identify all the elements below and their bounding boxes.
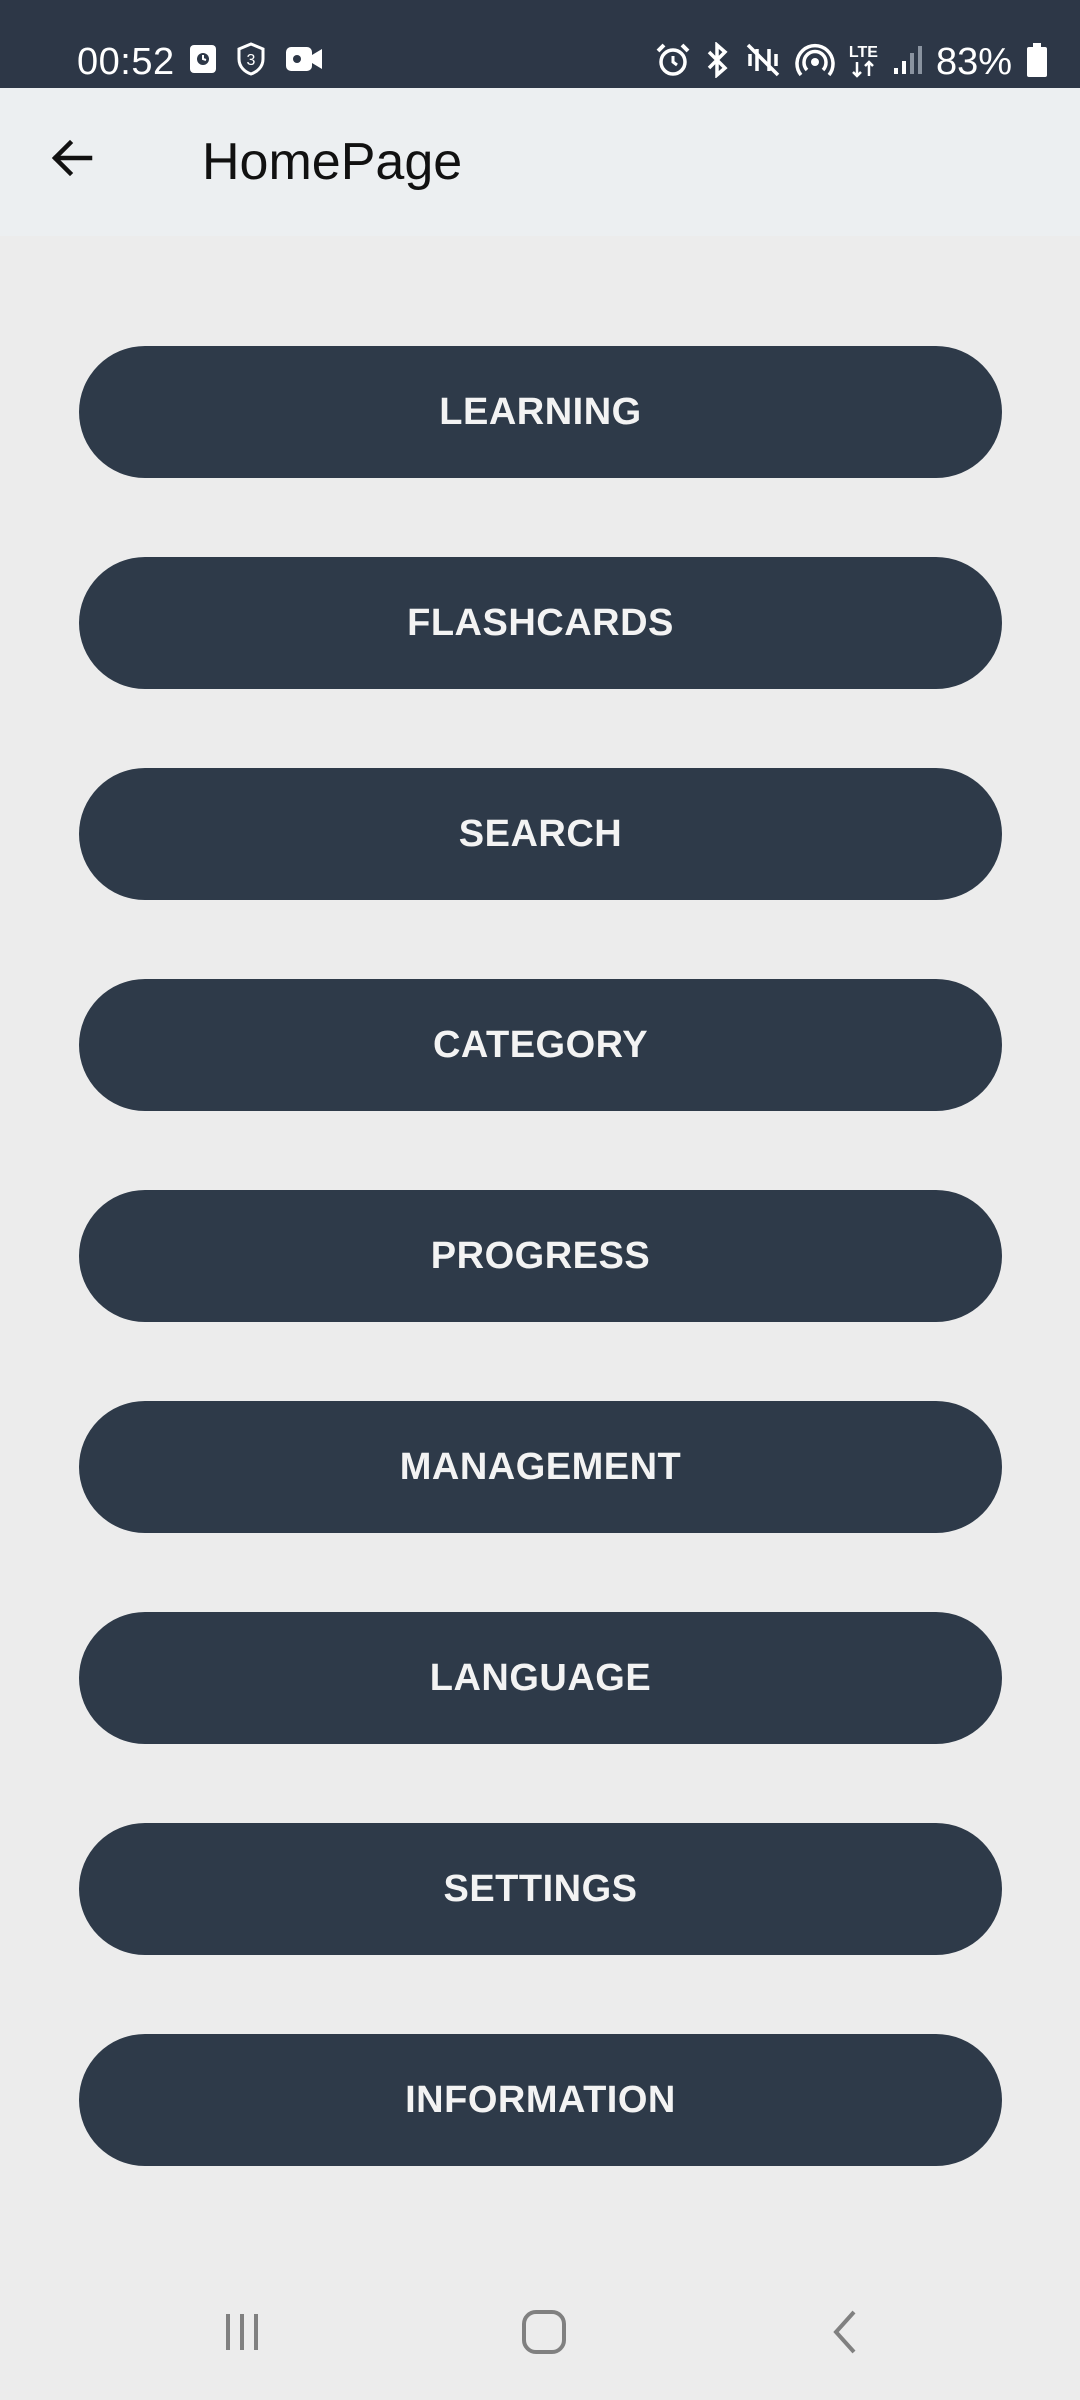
svg-text:3: 3: [247, 52, 256, 69]
alarm-icon: [655, 43, 691, 82]
recent-apps-button[interactable]: [172, 2268, 312, 2400]
progress-button[interactable]: PROGRESS: [79, 1190, 1002, 1322]
bluetooth-icon: [705, 40, 731, 83]
battery-icon: [1026, 42, 1048, 83]
home-icon: [520, 2308, 568, 2361]
settings-button[interactable]: SETTINGS: [79, 1823, 1002, 1955]
status-left-icons: 3: [188, 42, 324, 81]
back-button[interactable]: [30, 118, 114, 202]
page-title: HomePage: [202, 133, 463, 191]
status-bar: 00:52 3 LTE 83%: [0, 0, 1080, 88]
system-nav-bar: [0, 2268, 1080, 2400]
status-right-icons: LTE 83%: [655, 40, 1048, 84]
hotspot-icon: [795, 42, 835, 83]
app-bar: HomePage: [0, 88, 1080, 236]
learning-button[interactable]: LEARNING: [79, 346, 1002, 478]
arrow-left-icon: [48, 134, 96, 187]
category-button[interactable]: CATEGORY: [79, 979, 1002, 1111]
clock-notification-icon: [188, 43, 218, 80]
search-button[interactable]: SEARCH: [79, 768, 1002, 900]
home-button[interactable]: [474, 2268, 614, 2400]
signal-icon: [892, 44, 922, 81]
vibrate-mute-icon: [745, 42, 781, 83]
recent-apps-icon: [220, 2310, 264, 2359]
lte-icon: LTE: [848, 44, 878, 78]
information-button[interactable]: INFORMATION: [79, 2034, 1002, 2166]
battery-percent: 83%: [935, 41, 1012, 83]
main-menu: LEARNING FLASHCARDS SEARCH CATEGORY PROG…: [79, 346, 1002, 2245]
flashcards-button[interactable]: FLASHCARDS: [79, 557, 1002, 689]
back-icon: [824, 2308, 868, 2361]
shield-3-icon: 3: [236, 42, 266, 81]
system-back-button[interactable]: [776, 2268, 916, 2400]
status-time: 00:52: [77, 41, 175, 83]
language-button[interactable]: LANGUAGE: [79, 1612, 1002, 1744]
video-camera-icon: [284, 43, 324, 80]
lte-label: LTE: [848, 44, 878, 61]
management-button[interactable]: MANAGEMENT: [79, 1401, 1002, 1533]
